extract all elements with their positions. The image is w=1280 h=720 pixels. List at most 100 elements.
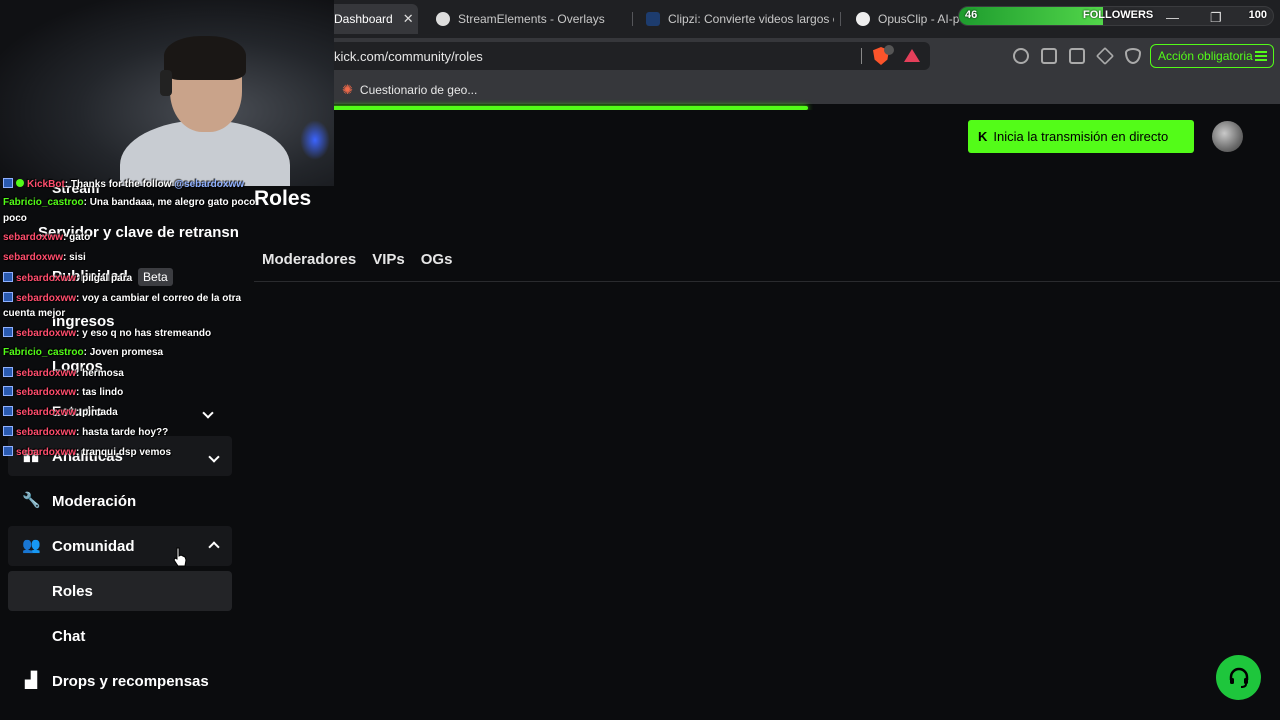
required-action-button[interactable]: Acción obligatoria [1150, 44, 1274, 68]
community-icon: 👥 [22, 537, 41, 554]
sidebar-item-label: Comunidad [52, 537, 135, 555]
chat-message: poco [3, 213, 27, 224]
tab-clipzi[interactable]: Clipzi: Convierte videos largos en [638, 4, 834, 34]
chat-text: : voy a cambiar el correo de la otra [76, 293, 242, 304]
sidebar-item-label: Roles [52, 582, 93, 600]
kick-logo-icon: K [978, 129, 988, 144]
sidebar-item-drops[interactable]: ▟ Drops y recompensas [8, 661, 232, 701]
tab-vips[interactable]: VIPs [372, 251, 405, 268]
tab-opusclip[interactable]: OpusClip - AI-po [848, 4, 960, 34]
chat-username: sebardoxww [16, 387, 77, 398]
bookmark-label: Cuestionario de geo... [359, 83, 478, 97]
chat-message: Fabricio_castroo: Una bandaaa, me alegro… [3, 197, 255, 208]
minimize-icon[interactable]: — [1166, 10, 1179, 25]
chat-text: : tranqui dsp vemos [76, 447, 172, 458]
subscriber-badge-icon [3, 406, 13, 416]
chat-username: KickBot [27, 179, 65, 190]
maximize-icon[interactable]: ❐ [1210, 10, 1222, 26]
headset-support-icon [1229, 667, 1248, 688]
user-avatar[interactable] [1212, 121, 1243, 152]
bookmark-item[interactable]: ✺ Cuestionario de geo... [342, 82, 477, 98]
chat-text: : tas lindo [76, 387, 124, 398]
chat-username: sebardoxww [3, 232, 64, 243]
subscriber-badge-icon [3, 292, 13, 302]
url-text[interactable]: kick.com/community/roles [334, 49, 483, 64]
opusclip-icon [856, 12, 870, 26]
vpn-shield-icon[interactable] [1125, 48, 1141, 64]
hand-cursor-icon [173, 547, 187, 567]
followers-goal-bar: 46 FOLLOWERS 100 [958, 6, 1274, 26]
start-stream-button[interactable]: K Inicia la transmisión en directo [968, 120, 1194, 153]
tab-label: Clipzi: Convierte videos largos en [668, 12, 834, 26]
subscriber-badge-icon [3, 446, 13, 456]
chat-message: sebardoxww: voy a cambiar el correo de l… [3, 292, 241, 304]
chat-message: sebardoxww: gato [3, 232, 90, 243]
wrench-icon: 🔧 [22, 492, 41, 509]
bookmark-favicon-icon: ✺ [342, 82, 353, 97]
tab-label: OpusClip - AI-po [878, 12, 960, 26]
tab-ogs[interactable]: OGs [421, 251, 453, 268]
followers-label: FOLLOWERS [1083, 9, 1154, 21]
chat-mention: @sebardoxww [174, 179, 245, 190]
sidebar-item-chat[interactable]: Chat [8, 616, 232, 656]
chevron-down-icon [208, 449, 220, 464]
subscriber-badge-icon [3, 327, 13, 337]
roles-tabs: Moderadores VIPs OGs [262, 251, 452, 268]
sidebar-item-label: Drops y recompensas [52, 672, 209, 690]
sidebar-item-roles[interactable]: Roles [8, 571, 232, 611]
brave-rewards-icon[interactable] [904, 49, 920, 62]
support-button[interactable] [1216, 655, 1261, 700]
chat-text: : y eso q no has stremeando [76, 328, 212, 339]
address-bar[interactable]: kick.com/community/roles [322, 42, 930, 70]
leo-ai-icon[interactable] [1095, 46, 1115, 66]
chat-text: poco [3, 213, 27, 224]
chat-username: sebardoxww [16, 368, 77, 379]
chat-text: : pintada [76, 407, 118, 418]
omnibox-divider [861, 48, 862, 64]
chat-message: sebardoxww: tranqui dsp vemos [3, 446, 171, 458]
chevron-up-icon [208, 538, 220, 554]
tab-separator [840, 12, 841, 26]
chat-username: sebardoxww [16, 447, 77, 458]
headset-icon [160, 70, 172, 96]
chat-username: sebardoxww [16, 273, 77, 284]
wallet-icon[interactable] [1069, 48, 1085, 64]
shields-count-badge [884, 45, 894, 55]
webcam-person-hair [164, 36, 246, 80]
streamelements-icon [436, 12, 450, 26]
chat-username: sebardoxww [16, 293, 77, 304]
close-icon[interactable]: ✕ [403, 11, 414, 27]
tab-label: StreamElements - Overlays [458, 12, 605, 26]
extensions-icon[interactable] [1013, 48, 1029, 64]
verified-icon [16, 179, 24, 187]
tab-dashboard[interactable]: Dashboard ✕ [326, 4, 418, 34]
sidebar-item-label: Moderación [52, 492, 137, 510]
chat-text: : Thanks for the follow [64, 179, 175, 190]
sidebar-item-comunidad[interactable]: 👥 Comunidad [8, 526, 232, 566]
chat-username: Fabricio_castroo [3, 347, 84, 358]
chat-username: sebardoxww [16, 407, 77, 418]
subscriber-badge-icon [3, 426, 13, 436]
chat-text: : Joven promesa [83, 347, 164, 358]
webcam-overlay [0, 0, 334, 186]
chat-message: sebardoxww: hermosa [3, 367, 124, 379]
clipzi-icon [646, 12, 660, 26]
subscriber-badge-icon [3, 272, 13, 282]
chat-username: sebardoxww [3, 252, 64, 263]
tab-moderadores[interactable]: Moderadores [262, 251, 356, 268]
followers-target: 100 [1248, 9, 1267, 21]
page-title: Roles [254, 187, 312, 210]
subscriber-badge-icon [3, 178, 13, 188]
sidebar-item-label: Chat [52, 627, 86, 645]
estudio-chevron-icon[interactable] [202, 404, 214, 422]
chat-text: : hasta tarde hoy?? [76, 427, 169, 438]
sidebar-toggle-icon[interactable] [1041, 48, 1057, 64]
chat-message: Fabricio_castroo: Joven promesa [3, 347, 163, 358]
subscriber-badge-icon [3, 386, 13, 396]
tab-streamelements[interactable]: StreamElements - Overlays [428, 4, 628, 34]
chat-username: Fabricio_castroo [3, 197, 84, 208]
chat-text: : pilgal para [76, 273, 133, 284]
sidebar-item-moderacion[interactable]: 🔧 Moderación [8, 481, 232, 521]
chat-message: KickBot: Thanks for the follow @sebardox… [3, 178, 244, 190]
chat-text: : hermosa [76, 368, 124, 379]
